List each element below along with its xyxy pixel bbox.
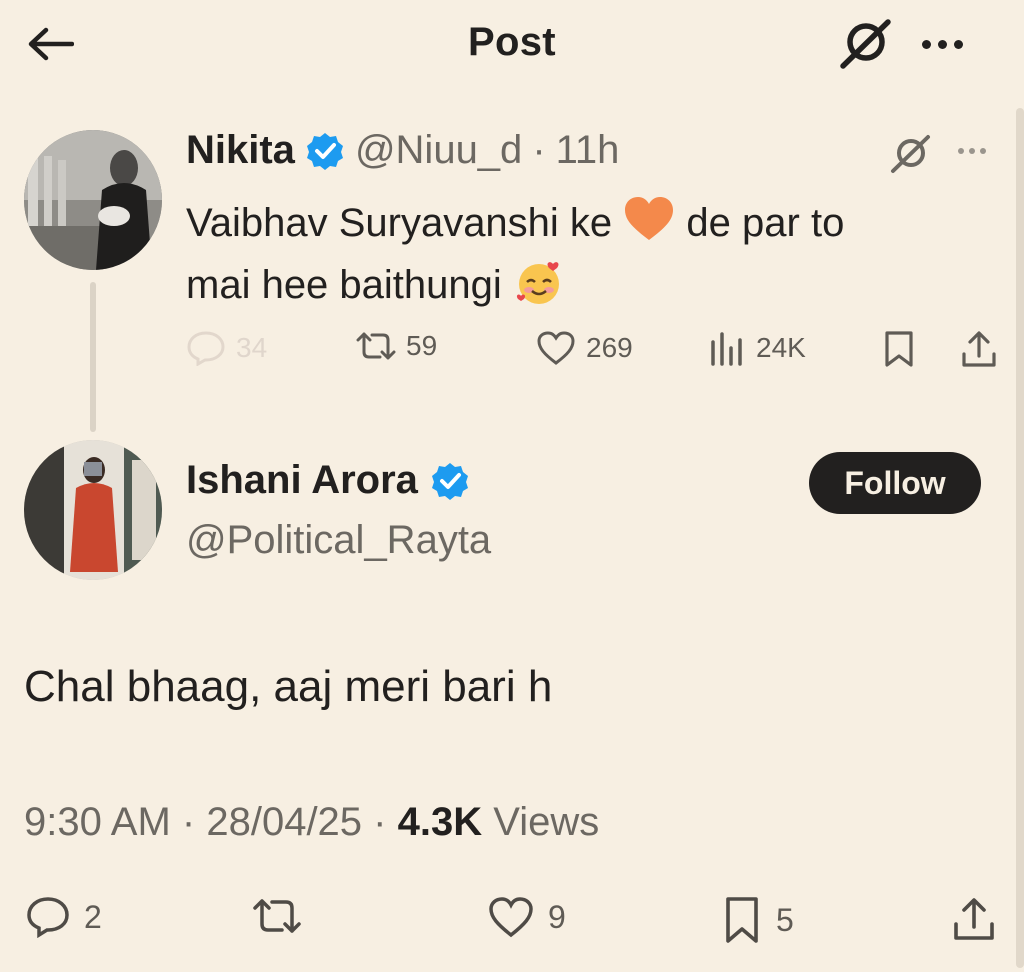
bookmark-button[interactable]: 5 [722,896,794,944]
author-handle[interactable]: @Niuu_d [355,128,522,173]
grok-icon[interactable] [836,18,896,70]
separator-dot: · [181,800,196,844]
share-icon [962,331,996,367]
post-page: Post Nikita @Niuu_d · 11h Vaibhav Suryav… [0,0,1024,972]
share-button[interactable] [960,330,998,368]
reply-button[interactable]: 34 [186,330,267,366]
views-count: 24K [756,332,806,363]
repost-button[interactable] [252,896,302,936]
reply-icon [187,331,225,366]
tweet-text-part: Vaibhav Suryavanshi ke [186,201,624,245]
timestamp[interactable]: 11h [556,128,620,173]
top-bar: Post [0,0,1024,90]
tweet-text-part: mai hee baithungi [186,263,513,307]
views-button[interactable]: 24K [708,330,806,366]
bookmark-count: 5 [776,901,794,938]
author-handle[interactable]: @Political_Rayta [186,518,491,563]
grok-icon[interactable] [888,134,934,174]
scrollbar[interactable] [1016,108,1024,968]
verified-badge-icon [430,461,470,501]
reply-icon [27,897,69,938]
separator-dot: · [532,128,546,172]
heart-icon [537,331,575,365]
main-tweet-text: Chal bhaag, aaj meri bari h [24,662,553,711]
main-tweet-actions: 2 9 5 [24,896,1004,952]
verified-badge-icon [305,131,345,171]
repost-icon [356,332,396,360]
post-date[interactable]: 28/04/25 [206,800,362,844]
like-button[interactable]: 9 [488,896,566,938]
repost-count: 59 [406,330,438,361]
tweet-meta: 9:30 AM · 28/04/25 · 4.3K Views [24,800,599,845]
author-name[interactable]: Ishani Arora [186,458,418,503]
like-count: 9 [548,898,566,935]
bookmark-icon [726,897,758,943]
tweet-text-part: de par to [686,201,845,245]
separator-dot: · [373,800,387,844]
reply-button[interactable]: 2 [26,896,102,938]
bookmark-icon [885,331,913,367]
more-options-icon[interactable] [922,28,982,60]
smiling-face-with-hearts-icon [513,256,565,308]
avatar[interactable] [24,130,162,270]
avatar[interactable] [24,440,162,580]
more-options-icon[interactable] [958,148,986,154]
parent-tweet-actions: 34 59 269 24K [186,330,1006,378]
share-icon [954,898,994,940]
heart-icon [489,897,533,938]
thread-connector [90,282,96,432]
post-time[interactable]: 9:30 AM [24,800,171,844]
like-count: 269 [586,332,633,363]
reply-count: 2 [84,898,102,935]
analytics-icon [711,332,742,366]
repost-button[interactable]: 59 [356,330,437,362]
main-tweet-header: Ishani Arora [186,458,470,503]
share-button[interactable] [952,896,996,942]
parent-tweet-header: Nikita @Niuu_d · 11h [186,128,619,173]
parent-tweet-text: Vaibhav Suryavanshi ke de par to mai hee… [186,192,986,316]
like-button[interactable]: 269 [536,330,633,366]
repost-icon [253,899,301,933]
follow-button[interactable]: Follow [809,452,981,514]
views-count: 4.3K [397,800,483,844]
bookmark-button[interactable] [882,330,916,368]
author-name[interactable]: Nikita [186,128,295,173]
reply-count: 34 [236,332,268,363]
orange-heart-icon [623,194,675,246]
views-label: Views [493,800,600,844]
